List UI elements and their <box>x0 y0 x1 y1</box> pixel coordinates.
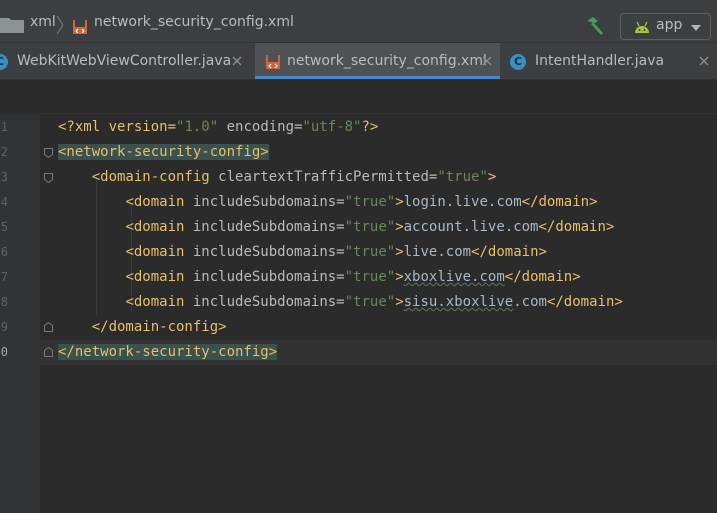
tag-close-bracket: > <box>395 219 404 235</box>
tag-close-bracket: > <box>395 294 404 310</box>
chevron-down-icon <box>691 25 701 31</box>
close-tag: </domain> <box>538 219 615 235</box>
tag-close-bracket: > <box>487 169 497 185</box>
code-line-6: <domain includeSubdomains="true">live.co… <box>58 240 547 265</box>
open-tag: <domain <box>125 244 185 260</box>
attribute-name: includeSubdomains= <box>184 244 345 260</box>
close-tag: </domain-config> <box>91 319 227 335</box>
code-editor[interactable]: 1 2 3 4 5 6 7 8 9 0 <?xml version="1.0" … <box>0 115 717 513</box>
open-tag: <domain <box>125 194 185 210</box>
fold-close-icon[interactable] <box>44 322 53 332</box>
open-tag-matched: <network-security-config> <box>58 144 269 160</box>
tab-label: IntentHandler.java <box>535 53 665 69</box>
code-line-3: <domain-config cleartextTrafficPermitted… <box>58 165 497 190</box>
line-number: 8 <box>0 295 8 309</box>
domain-text: xboxlive.com <box>403 269 505 285</box>
attribute-name: includeSubdomains= <box>184 219 345 235</box>
tag-close-bracket: > <box>395 194 404 210</box>
close-tag: </domain> <box>504 269 581 285</box>
breadcrumb-separator-icon <box>56 15 64 35</box>
fold-open-icon[interactable] <box>44 173 53 183</box>
attribute-name: includeSubdomains= <box>184 294 345 310</box>
line-number: 3 <box>0 170 8 184</box>
code-line-2: <network-security-config> <box>58 140 269 165</box>
tab-intent-handler[interactable]: C IntentHandler.java <box>502 43 717 79</box>
folder-icon <box>0 18 24 33</box>
tab-webkit-webview-controller[interactable]: C WebKitWebViewController.java <box>0 43 250 79</box>
xml-file-icon <box>73 20 87 34</box>
xml-file-icon <box>266 55 280 69</box>
editor-tab-bar: C WebKitWebViewController.java network_s… <box>0 43 717 80</box>
xml-declaration: <?xml version= <box>58 119 177 135</box>
string-value: "1.0" <box>176 119 219 135</box>
attribute-name: includeSubdomains= <box>184 194 345 210</box>
string-value: "true" <box>437 169 488 185</box>
fold-open-icon[interactable] <box>44 148 53 158</box>
close-icon[interactable] <box>698 55 710 67</box>
domain-text: live.com <box>403 244 472 260</box>
close-tag: </domain> <box>546 294 623 310</box>
string-value: "true" <box>344 219 396 235</box>
line-number: 0 <box>0 345 8 359</box>
tab-network-security-config[interactable]: network_security_config.xml <box>255 43 500 79</box>
open-tag: <domain <box>125 269 185 285</box>
line-number: 4 <box>0 195 8 209</box>
line-number: 7 <box>0 270 8 284</box>
code-line-5: <domain includeSubdomains="true">account… <box>58 215 614 240</box>
xml-declaration-end: ?> <box>361 119 379 135</box>
string-value: "true" <box>344 269 396 285</box>
open-tag: <domain <box>125 294 185 310</box>
code-line-8: <domain includeSubdomains="true">sisu.xb… <box>58 290 623 315</box>
line-number: 1 <box>0 120 8 134</box>
string-value: "true" <box>344 294 396 310</box>
code-line-10: </network-security-config> <box>58 340 278 365</box>
close-icon[interactable] <box>231 55 243 67</box>
code-line-4: <domain includeSubdomains="true">login.l… <box>58 190 598 215</box>
run-configuration-selector[interactable]: app <box>620 13 711 40</box>
android-icon <box>635 21 649 33</box>
java-class-icon: C <box>510 54 526 70</box>
code-line-1: <?xml version="1.0" encoding="utf-8"?> <box>58 115 378 140</box>
navigation-bar: xml network_security_config.xml app <box>0 0 717 43</box>
domain-text: .com <box>513 294 547 310</box>
string-value: "true" <box>344 244 396 260</box>
domain-text: xboxlive <box>445 294 514 310</box>
close-icon[interactable] <box>481 55 493 67</box>
domain-text: sisu. <box>403 294 446 310</box>
domain-text: account.live.com <box>403 219 539 235</box>
breadcrumb-folder[interactable]: xml <box>30 0 56 43</box>
breadcrumb-file[interactable]: network_security_config.xml <box>94 0 294 43</box>
string-value: "true" <box>344 194 396 210</box>
code-line-7: <domain includeSubdomains="true">xboxliv… <box>58 265 581 290</box>
tab-label: network_security_config.xml <box>287 53 487 69</box>
attribute-name: cleartextTrafficPermitted= <box>209 169 438 185</box>
java-class-icon: C <box>0 54 8 70</box>
editor-toolbar-strip <box>0 80 717 114</box>
open-tag: <domain-config <box>91 169 210 185</box>
string-value: "utf-8" <box>302 119 362 135</box>
run-configuration-label: app <box>656 17 683 33</box>
close-tag: </domain> <box>521 194 598 210</box>
domain-text: login.live.com <box>403 194 522 210</box>
build-hammer-icon[interactable] <box>584 15 606 37</box>
open-tag: <domain <box>125 219 185 235</box>
fold-close-icon[interactable] <box>44 347 53 357</box>
code-line-9: </domain-config> <box>58 315 227 340</box>
line-number: 9 <box>0 320 8 334</box>
attribute-name: encoding= <box>218 119 303 135</box>
line-number: 5 <box>0 220 8 234</box>
tab-label: WebKitWebViewController.java <box>17 53 232 69</box>
close-tag: </domain> <box>471 244 547 260</box>
close-tag-matched: </network-security-config> <box>58 344 278 360</box>
line-number: 2 <box>0 145 8 159</box>
tag-close-bracket: > <box>395 269 404 285</box>
attribute-name: includeSubdomains= <box>184 269 345 285</box>
line-number: 6 <box>0 245 8 259</box>
tag-close-bracket: > <box>395 244 404 260</box>
